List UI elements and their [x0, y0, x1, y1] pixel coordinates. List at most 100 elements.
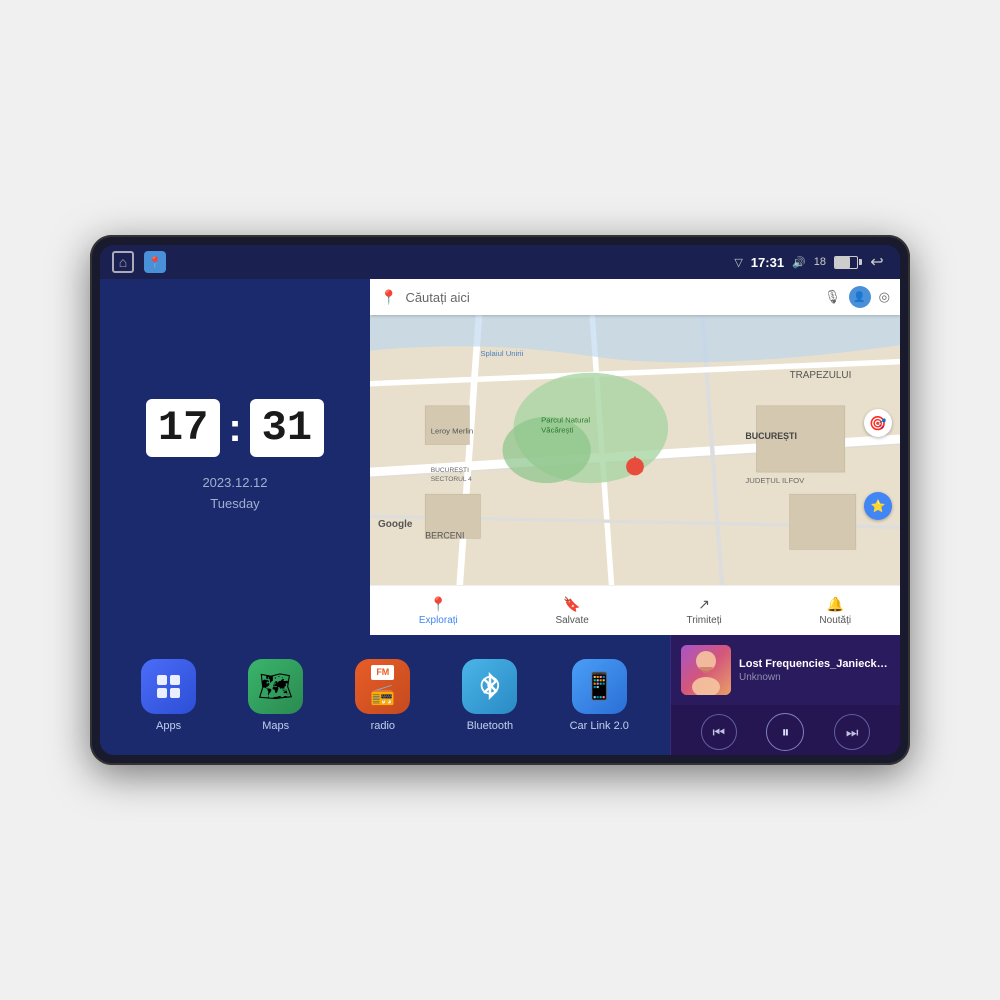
svg-text:SECTORUL 4: SECTORUL 4: [431, 476, 472, 483]
map-search-input[interactable]: Căutați aici: [405, 290, 816, 305]
map-bottom-bar: 📍 Explorați 🔖 Salvate ↗ Trimiteți 🔔: [370, 585, 900, 635]
clock-colon: :: [228, 408, 241, 448]
prev-button[interactable]: ⏮: [701, 714, 737, 750]
svg-text:Splaiul Unirii: Splaiul Unirii: [480, 349, 523, 358]
play-pause-button[interactable]: ⏸: [766, 713, 804, 751]
back-icon: ↩: [870, 252, 883, 272]
clock-minute: 31: [262, 407, 312, 449]
app-item-apps[interactable]: Apps: [141, 659, 196, 732]
play-icon: ⏸: [782, 724, 790, 741]
map-nav-saved[interactable]: 🔖 Salvate: [555, 596, 588, 626]
radio-label: radio: [371, 720, 395, 732]
user-avatar-icon: 👤: [853, 292, 865, 303]
map-location-button[interactable]: 🎯: [864, 409, 892, 437]
status-time: 17:31: [751, 255, 784, 270]
music-controls: ⏮ ⏸ ⏭: [671, 705, 900, 755]
map-nav-saved-label: Salvate: [555, 615, 588, 626]
google-watermark: Google: [378, 519, 412, 530]
map-mic-icon[interactable]: 🎙: [824, 289, 841, 305]
app-item-carlink[interactable]: 📱 Car Link 2.0: [570, 659, 629, 732]
signal-icon: ▽: [734, 256, 742, 269]
battery-fill: [835, 257, 850, 268]
location-icon: 🎯: [869, 415, 886, 432]
map-layers-icon[interactable]: ◎: [879, 289, 890, 305]
album-art-face: [681, 645, 731, 695]
maps-label: Maps: [262, 720, 289, 732]
bluetooth-icon-wrapper: ☉: [462, 659, 517, 714]
maps-shortcut-icon[interactable]: 📍: [144, 251, 166, 273]
music-player: Lost Frequencies_Janieck Devy-... Unknow…: [670, 635, 900, 755]
carlink-label: Car Link 2.0: [570, 720, 629, 732]
news-icon: 🔔: [827, 596, 844, 613]
svg-text:TRAPEZULUI: TRAPEZULUI: [790, 370, 852, 381]
clock-display: 17 : 31: [146, 399, 324, 457]
map-nav-explore[interactable]: 📍 Explorați: [419, 596, 458, 626]
music-artist: Unknown: [739, 672, 890, 683]
svg-text:Parcul Natural: Parcul Natural: [541, 415, 590, 424]
compass-icon: ⭐: [871, 499, 886, 513]
grid-dot-4: [170, 688, 180, 698]
clock-widget: 17 : 31 2023.12.12 Tuesday: [100, 279, 370, 635]
status-bar-right: ▽ 17:31 🔊 18 ↩: [734, 251, 888, 273]
prev-icon: ⏮: [713, 724, 726, 741]
svg-text:Văcărești: Văcărești: [541, 425, 573, 434]
svg-text:BUCUREȘTI: BUCUREȘTI: [745, 431, 797, 441]
apps-grid-icon: [149, 667, 188, 706]
map-widget[interactable]: 📍 Căutați aici 🎙 👤 ◎: [370, 279, 900, 635]
send-icon: ↗: [698, 596, 710, 613]
app-icons-area: Apps 🗺 Maps FM 📻: [100, 635, 670, 755]
map-nav-news-label: Noutăți: [819, 615, 851, 626]
top-section: 17 : 31 2023.12.12 Tuesday: [100, 279, 900, 635]
next-icon: ⏭: [846, 724, 859, 741]
svg-text:JUDEȚUL ILFOV: JUDEȚUL ILFOV: [745, 476, 805, 485]
apps-icon-wrapper: [141, 659, 196, 714]
grid-dot-1: [157, 675, 167, 685]
saved-icon: 🔖: [563, 596, 580, 613]
map-nav-explore-label: Explorați: [419, 615, 458, 626]
album-face-svg: [681, 645, 731, 695]
music-title: Lost Frequencies_Janieck Devy-...: [739, 658, 890, 670]
apps-label: Apps: [156, 720, 181, 732]
clock-hour: 17: [158, 407, 208, 449]
music-info: Lost Frequencies_Janieck Devy-... Unknow…: [671, 635, 900, 705]
explore-icon: 📍: [430, 596, 447, 613]
svg-text:Leroy Merlin: Leroy Merlin: [431, 426, 473, 435]
home-button[interactable]: ⌂: [112, 251, 134, 273]
app-item-maps[interactable]: 🗺 Maps: [248, 659, 303, 732]
app-item-radio[interactable]: FM 📻 radio: [355, 659, 410, 732]
clock-day-value: Tuesday: [202, 494, 267, 515]
map-google-pin-icon: 📍: [380, 289, 397, 306]
back-button[interactable]: ↩: [866, 251, 888, 273]
next-button[interactable]: ⏭: [834, 714, 870, 750]
carlink-icon-wrapper: 📱: [572, 659, 627, 714]
map-user-avatar[interactable]: 👤: [849, 286, 871, 308]
map-nav-send-label: Trimiteți: [687, 615, 722, 626]
map-nav-news[interactable]: 🔔 Noutăți: [819, 596, 851, 626]
maps-icon: 🗺: [258, 670, 294, 703]
map-view[interactable]: TRAPEZULUI BUCUREȘTI JUDEȚUL ILFOV BERCE…: [370, 315, 900, 585]
main-content: 17 : 31 2023.12.12 Tuesday: [100, 279, 900, 755]
clock-date-value: 2023.12.12: [202, 473, 267, 494]
volume-icon: 🔊: [792, 256, 806, 269]
app-item-bluetooth[interactable]: ☉ Bluetooth: [462, 659, 517, 732]
home-icon: ⌂: [119, 254, 127, 270]
map-compass-button[interactable]: ⭐: [864, 492, 892, 520]
map-nav-send[interactable]: ↗ Trimiteți: [687, 596, 722, 626]
music-text: Lost Frequencies_Janieck Devy-... Unknow…: [739, 658, 890, 683]
clock-minute-block: 31: [250, 399, 324, 457]
radio-icon-wrapper: FM 📻: [355, 659, 410, 714]
volume-level: 18: [814, 256, 826, 268]
status-bar-left: ⌂ 📍: [112, 251, 166, 273]
bt-symbol: [478, 671, 502, 701]
maps-icon-wrapper: 🗺: [248, 659, 303, 714]
svg-text:BERCENI: BERCENI: [425, 530, 464, 540]
clock-date: 2023.12.12 Tuesday: [202, 473, 267, 515]
bottom-section: Apps 🗺 Maps FM 📻: [100, 635, 900, 755]
bluetooth-label: Bluetooth: [467, 720, 513, 732]
album-art: [681, 645, 731, 695]
fm-badge: FM: [371, 665, 394, 680]
pin-icon: 📍: [148, 256, 162, 269]
grid-dot-3: [157, 688, 167, 698]
svg-text:BUCUREȘTI: BUCUREȘTI: [431, 467, 469, 474]
device-frame: ⌂ 📍 ▽ 17:31 🔊 18 ↩: [90, 235, 910, 765]
